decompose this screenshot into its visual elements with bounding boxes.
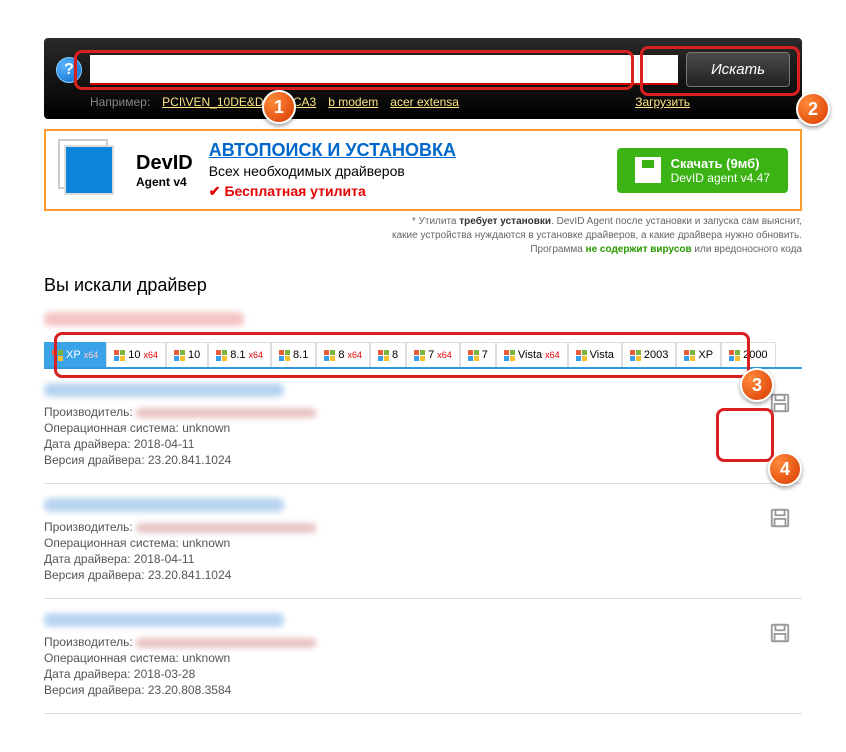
result-title[interactable] [44,613,284,627]
brand-title: DevID [136,152,193,175]
result-title[interactable] [44,383,284,397]
marker-3: 3 [740,368,774,402]
os-tab-6[interactable]: 8 [370,342,406,367]
download-button[interactable]: Скачать (9мб) DevID agent v4.47 [617,148,788,193]
os-tab-10[interactable]: Vista [568,342,622,367]
windows-icon [414,350,425,361]
example-link-2[interactable]: acer extensa [390,95,459,109]
os-tab-0[interactable]: XPx64 [44,342,106,367]
marker-1: 1 [262,90,296,124]
os-tab-13[interactable]: 2000 [721,342,775,367]
windows-icon [630,350,641,361]
brand-version: Agent v4 [136,175,193,189]
windows-icon [729,350,740,361]
save-icon [635,157,661,183]
os-tab-5[interactable]: 8x64 [316,342,370,367]
windows-icon [684,350,695,361]
devid-logo [58,139,120,201]
windows-icon [378,350,389,361]
search-bar: ? Искать Например: PCI\VEN_10DE&DEV_0CA3… [44,38,802,119]
download-size: Скачать (9мб) [671,156,770,171]
load-link[interactable]: Загрузить [635,95,690,109]
os-tab-3[interactable]: 8.1x64 [208,342,271,367]
section-title: Вы искали драйвер [44,275,802,296]
disclaimer: * Утилита требует установки. DevID Agent… [44,215,802,257]
marker-4: 4 [768,452,802,486]
example-label: Например: [90,95,150,109]
os-tab-1[interactable]: 10x64 [106,342,166,367]
os-tab-7[interactable]: 7x64 [406,342,460,367]
save-driver-icon[interactable] [766,504,794,532]
promo-box: DevID Agent v4 АВТОПОИСК И УСТАНОВКА Все… [44,129,802,211]
windows-icon [216,350,227,361]
windows-icon [576,350,587,361]
windows-icon [279,350,290,361]
promo-free: ✔Бесплатная утилита [209,183,601,200]
result-item: Производитель: Операционная система: unk… [44,599,802,714]
search-button[interactable]: Искать [686,52,790,87]
windows-icon [324,350,335,361]
example-link-1[interactable]: b modem [328,95,378,109]
result-title[interactable] [44,498,284,512]
result-item: Производитель: Операционная система: unk… [44,369,802,484]
os-tab-11[interactable]: 2003 [622,342,676,367]
windows-icon [504,350,515,361]
search-input[interactable] [90,55,678,85]
blurred-query [44,312,244,326]
result-item: Производитель: Операционная система: unk… [44,484,802,599]
help-icon[interactable]: ? [56,57,82,83]
os-tab-2[interactable]: 10 [166,342,208,367]
windows-icon [468,350,479,361]
os-tab-12[interactable]: XP [676,342,721,367]
os-tab-8[interactable]: 7 [460,342,496,367]
promo-subline: Всех необходимых драйверов [209,163,601,179]
os-tab-9[interactable]: Vistax64 [496,342,568,367]
download-version: DevID agent v4.47 [671,171,770,185]
save-driver-icon[interactable] [766,619,794,647]
promo-headline[interactable]: АВТОПОИСК И УСТАНОВКА [209,140,601,161]
os-tab-4[interactable]: 8.1 [271,342,316,367]
marker-2: 2 [796,92,830,126]
windows-icon [174,350,185,361]
os-tabs: XPx6410x64108.1x648.18x6487x647Vistax64V… [44,342,802,369]
windows-icon [52,350,63,361]
windows-icon [114,350,125,361]
